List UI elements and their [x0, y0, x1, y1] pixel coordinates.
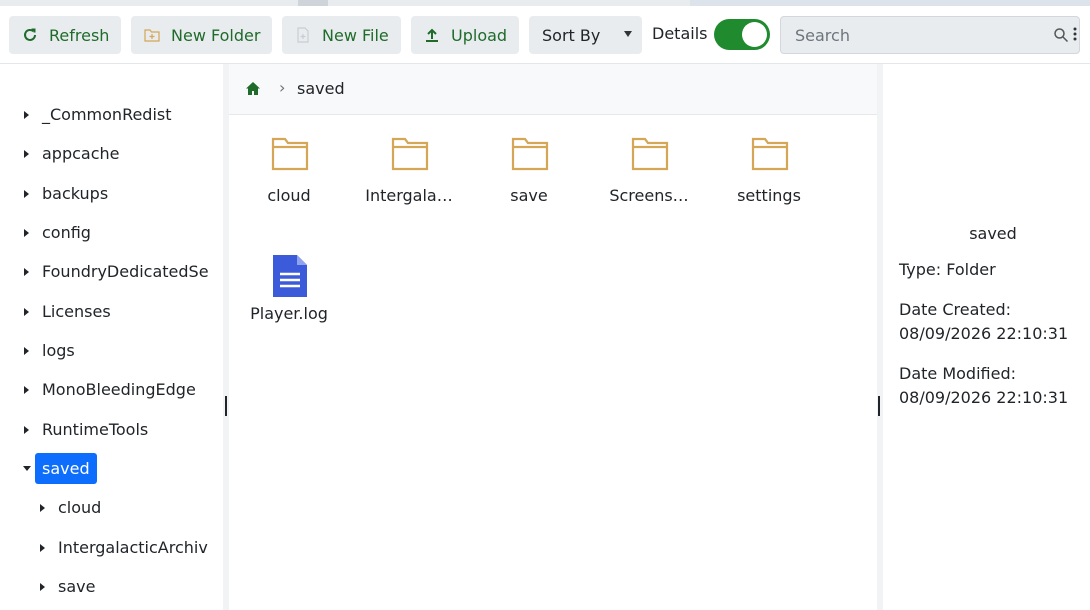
details-created-label: Date Created:: [899, 300, 1012, 319]
folder-tile-settings[interactable]: settings: [714, 136, 824, 236]
expand-arrow-icon[interactable]: [40, 504, 45, 512]
folder-tree: _CommonRedist appcache backups config Fo…: [3, 64, 223, 610]
tree-item-label: RuntimeTools: [42, 420, 149, 439]
file-name: Intergala…: [365, 186, 453, 205]
details-item-name: saved: [969, 224, 1017, 243]
search-icon[interactable]: [1053, 27, 1069, 47]
expand-arrow-icon[interactable]: [24, 426, 29, 434]
tree-item-monobleedingedge[interactable]: MonoBleedingEdge: [3, 373, 223, 407]
new-file-icon: [294, 26, 312, 44]
tree-item-label: _CommonRedist: [42, 105, 172, 124]
details-modified-value: 08/09/2026 22:10:31: [899, 388, 1069, 407]
tree-item-licenses[interactable]: Licenses: [3, 295, 223, 329]
more-options-icon[interactable]: [1073, 26, 1079, 46]
tree-item-foundrydedicatedserver[interactable]: FoundryDedicatedSe: [3, 255, 223, 289]
new-folder-label: New Folder: [171, 25, 261, 45]
collapse-arrow-icon[interactable]: [23, 466, 31, 471]
expand-arrow-icon[interactable]: [40, 583, 45, 591]
expand-arrow-icon[interactable]: [24, 190, 29, 198]
tree-item-label: saved: [35, 453, 97, 484]
expand-arrow-icon[interactable]: [24, 308, 29, 316]
refresh-label: Refresh: [49, 25, 110, 45]
expand-arrow-icon[interactable]: [24, 268, 29, 276]
new-folder-icon: [143, 26, 161, 44]
folder-icon: [390, 136, 430, 180]
folder-icon: [630, 136, 670, 180]
folder-icon: [270, 136, 310, 180]
expand-arrow-icon[interactable]: [40, 544, 45, 552]
toggle-knob: [742, 22, 767, 47]
upload-button[interactable]: Upload: [411, 16, 519, 54]
tree-item-logs[interactable]: logs: [3, 334, 223, 368]
refresh-icon: [21, 26, 39, 44]
tree-item-label: Licenses: [42, 302, 111, 321]
new-file-button[interactable]: New File: [282, 16, 401, 54]
tree-item-appcache[interactable]: appcache: [3, 137, 223, 171]
folder-tile-save[interactable]: save: [474, 136, 584, 236]
details-modified-label: Date Modified:: [899, 364, 1016, 383]
tree-item-intergalacticarchive[interactable]: IntergalacticArchiv: [3, 531, 223, 565]
toolbar: Refresh New Folder New File Upload Sort …: [0, 6, 1090, 64]
file-tile-player-log[interactable]: Player.log: [234, 254, 344, 354]
breadcrumb-separator: ›: [279, 78, 286, 97]
tree-item-commonredist[interactable]: _CommonRedist: [3, 98, 223, 132]
sort-by-label: Sort By: [542, 25, 601, 45]
home-icon[interactable]: [245, 81, 261, 100]
folder-icon: [750, 136, 790, 180]
expand-arrow-icon[interactable]: [24, 111, 29, 119]
file-name: cloud: [267, 186, 311, 205]
upload-label: Upload: [451, 25, 508, 45]
tree-item-label: cloud: [58, 498, 102, 517]
expand-arrow-icon[interactable]: [24, 150, 29, 158]
tree-item-label: FoundryDedicatedSe: [42, 262, 209, 281]
tree-item-label: logs: [42, 341, 75, 360]
refresh-button[interactable]: Refresh: [9, 16, 121, 54]
tree-item-runtimetools[interactable]: RuntimeTools: [3, 413, 223, 447]
chevron-down-icon: [624, 31, 632, 37]
expand-arrow-icon[interactable]: [24, 229, 29, 237]
upload-icon: [423, 26, 441, 44]
expand-arrow-icon[interactable]: [24, 347, 29, 355]
document-icon: [270, 254, 310, 298]
file-view: › saved cloud Intergala… save Screens… s…: [229, 64, 881, 610]
tree-item-label: IntergalacticArchiv: [58, 538, 208, 557]
details-toggle-label: Details: [652, 24, 708, 43]
tree-item-save[interactable]: save: [3, 570, 223, 604]
tree-item-label: config: [42, 223, 91, 242]
details-toggle[interactable]: [714, 19, 770, 50]
expand-arrow-icon[interactable]: [24, 386, 29, 394]
folder-icon: [510, 136, 550, 180]
file-name: Screens…: [609, 186, 689, 205]
tree-item-label: save: [58, 577, 96, 596]
sort-by-dropdown[interactable]: Sort By: [529, 16, 642, 54]
splitter-grip[interactable]: [225, 396, 227, 416]
splitter-grip[interactable]: [878, 396, 880, 416]
file-name: settings: [737, 186, 801, 205]
tree-item-backups[interactable]: backups: [3, 177, 223, 211]
tree-item-label: MonoBleedingEdge: [42, 380, 196, 399]
details-type: Type: Folder: [899, 260, 996, 279]
folder-tile-screenshots[interactable]: Screens…: [594, 136, 704, 236]
tree-item-cloud[interactable]: cloud: [3, 491, 223, 525]
tree-item-config[interactable]: config: [3, 216, 223, 250]
tree-item-label: backups: [42, 184, 109, 203]
breadcrumb-current[interactable]: saved: [297, 79, 345, 98]
tree-item-label: appcache: [42, 144, 120, 163]
new-folder-button[interactable]: New Folder: [131, 16, 272, 54]
file-name: Player.log: [250, 304, 328, 323]
file-name: save: [510, 186, 548, 205]
breadcrumb: › saved: [229, 64, 881, 115]
folder-tile-cloud[interactable]: cloud: [234, 136, 344, 236]
search-box: [780, 16, 1080, 54]
tree-item-saved[interactable]: saved: [3, 452, 223, 486]
new-file-label: New File: [322, 25, 389, 45]
folder-tile-intergalactic[interactable]: Intergala…: [354, 136, 464, 236]
details-panel: saved Type: Folder Date Created: 08/09/2…: [883, 64, 1090, 610]
search-input[interactable]: [781, 17, 1051, 53]
details-created-value: 08/09/2026 22:10:31: [899, 324, 1069, 343]
